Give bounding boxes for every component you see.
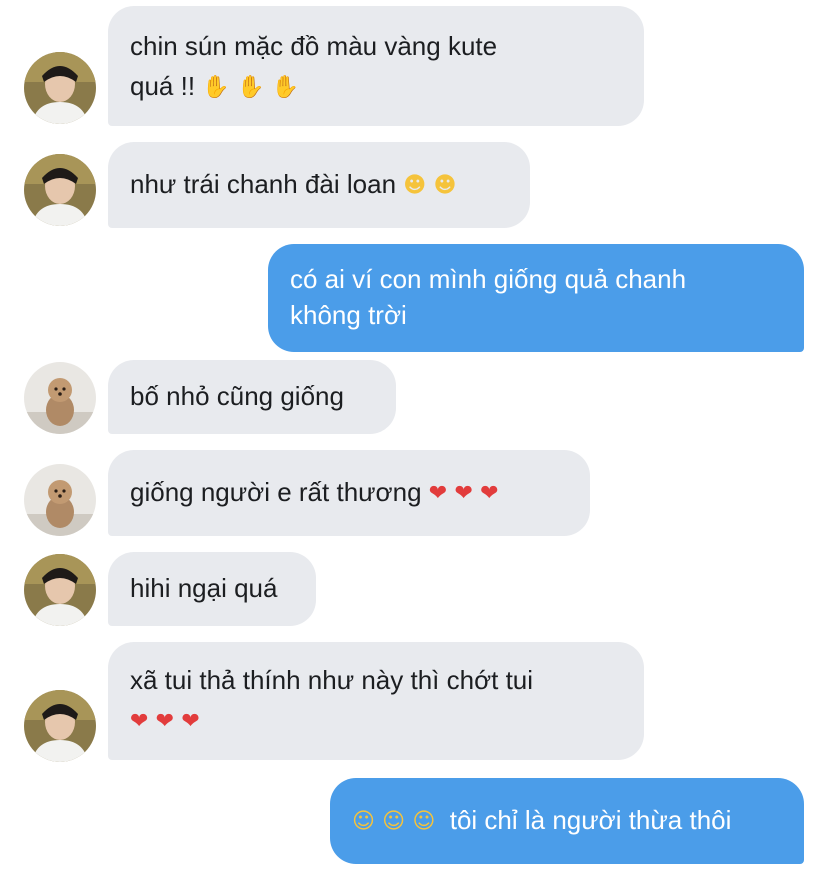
avatar-person[interactable] <box>24 554 96 626</box>
grinning-face-icon: ☻ <box>403 173 427 198</box>
red-heart-icon: ❤ <box>428 481 448 506</box>
message-bubble[interactable]: giống người e rất thương ❤ ❤ ❤ <box>108 450 590 536</box>
slightly-smiling-face-icon: ☺ <box>412 809 436 834</box>
avatar-dog[interactable] <box>24 464 96 536</box>
message-bubble[interactable]: như trái chanh đài loan ☻ ☻ <box>108 142 530 228</box>
message-text: bố nhỏ cũng giống <box>130 381 344 411</box>
slightly-smiling-face-icon: ☺ <box>382 809 406 834</box>
message-bubble[interactable]: chin sún mặc đồ màu vàng kute quá !! ✋ ✋… <box>108 6 644 126</box>
red-heart-icon: ❤ <box>454 481 473 506</box>
message-text: hihi ngại quá <box>130 573 278 603</box>
heart-hands-icon: ✋ <box>202 75 230 100</box>
avatar-person[interactable] <box>24 154 96 226</box>
red-heart-icon: ❤ <box>181 709 200 734</box>
message-text: quá !! <box>130 71 196 101</box>
message-bubble-outgoing[interactable]: ☺ ☺ ☺ tôi chỉ là người thừa thôi <box>330 778 804 864</box>
message-bubble[interactable]: xã tui thả thính như này thì chớt tui ❤ … <box>108 642 644 760</box>
heart-hands-icon: ✋ <box>271 75 299 100</box>
grinning-face-icon: ☻ <box>433 173 457 198</box>
message-bubble-outgoing[interactable]: có ai ví con mình giống quả chanh không … <box>268 244 804 352</box>
slightly-smiling-face-icon: ☺ <box>352 809 375 834</box>
message-text: không trời <box>290 300 407 330</box>
red-heart-icon: ❤ <box>155 709 175 734</box>
heart-hands-icon: ✋ <box>236 75 265 100</box>
avatar-person[interactable] <box>24 52 96 124</box>
message-text: tôi chỉ là người thừa thôi <box>449 805 732 835</box>
message-text: có ai ví con mình giống quả chanh <box>290 264 687 294</box>
message-text: giống người e rất thương <box>130 477 422 507</box>
avatar-dog[interactable] <box>24 362 96 434</box>
avatar-person[interactable] <box>24 690 96 762</box>
message-text: xã tui thả thính như này thì chớt tui <box>130 665 534 695</box>
message-bubble[interactable]: hihi ngại quá <box>108 552 316 626</box>
message-text: chin sún mặc đồ màu vàng kute <box>130 31 498 61</box>
red-heart-icon: ❤ <box>130 709 149 734</box>
message-bubble[interactable]: bố nhỏ cũng giống <box>108 360 396 434</box>
red-heart-icon: ❤ <box>480 481 499 506</box>
message-text: như trái chanh đài loan <box>130 169 397 199</box>
